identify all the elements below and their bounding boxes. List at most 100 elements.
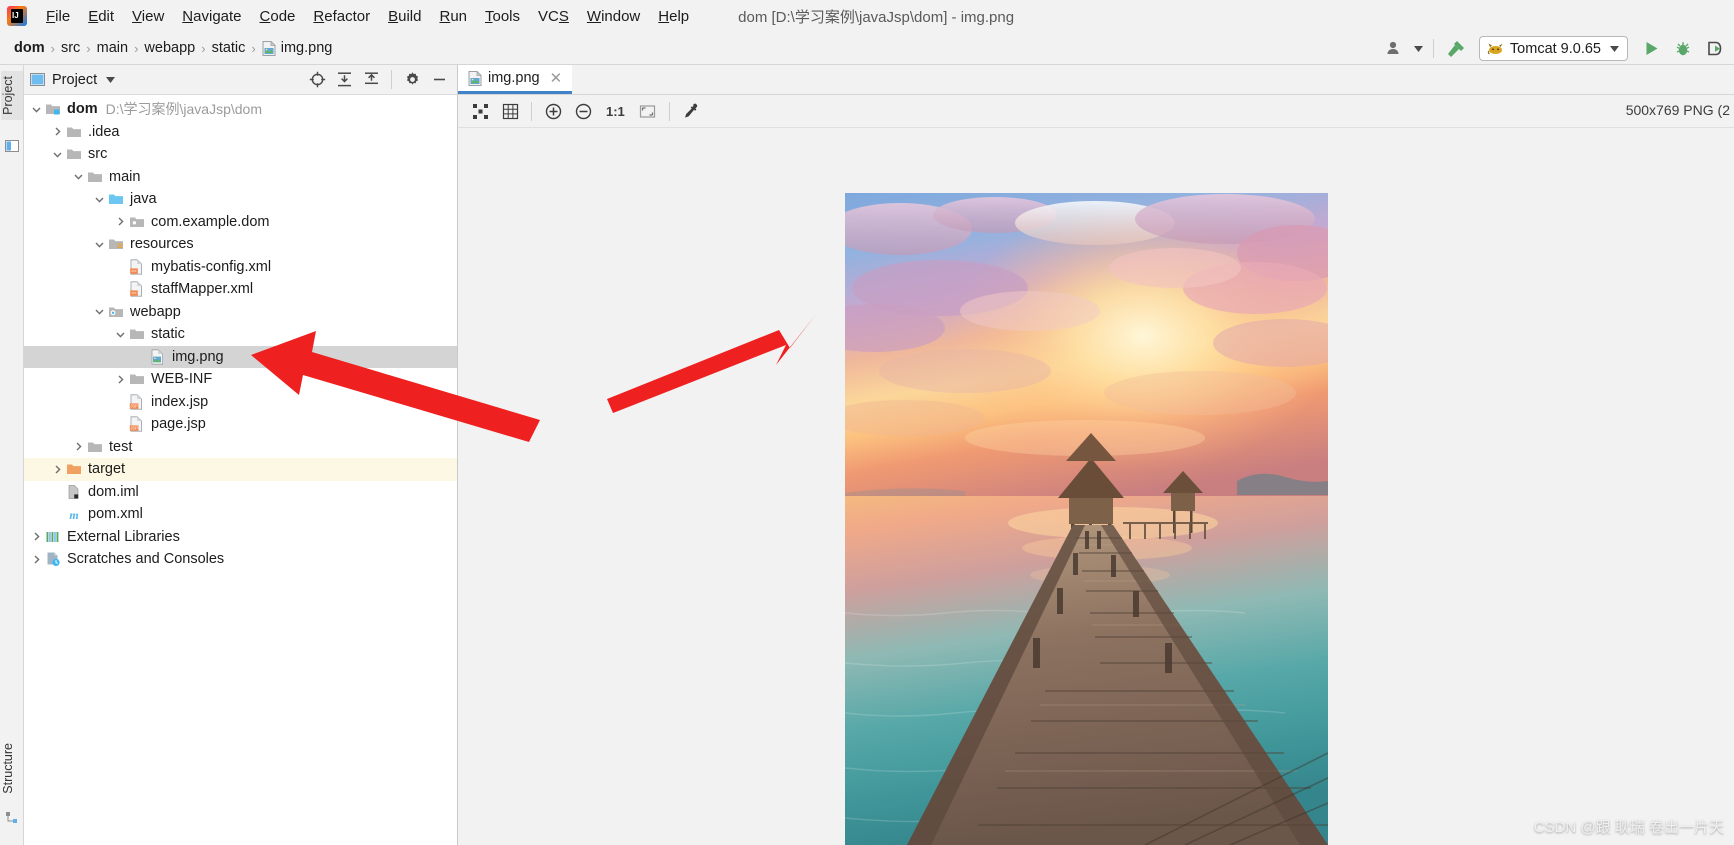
breadcrumb-item-src[interactable]: src — [57, 40, 84, 56]
menu-item-refactor[interactable]: Refactor — [304, 5, 379, 28]
tree-node-index-jsp[interactable]: JSP index.jsp — [24, 391, 457, 414]
chevron-right-icon[interactable] — [70, 441, 87, 452]
scroll-from-source-button[interactable] — [305, 69, 329, 91]
tree-node-test[interactable]: test — [24, 436, 457, 459]
run-configuration-selector[interactable]: Tomcat 9.0.65 — [1478, 36, 1628, 61]
project-tree[interactable]: dom D:\学习案例\javaJsp\dom .idea src main java co… — [24, 95, 457, 571]
tree-node-img-png[interactable]: img.png — [24, 345, 457, 368]
tree-node-com-example-dom[interactable]: com.example.dom — [24, 211, 457, 234]
tree-node-src[interactable]: src — [24, 143, 457, 166]
editor-tab-img-png[interactable]: img.png ✕ — [458, 65, 573, 94]
editor-area: img.png ✕ 1:1 500x769 PNG (2 CSDN @跟 耿瑞 … — [458, 65, 1734, 845]
menu-item-tools[interactable]: Tools — [476, 5, 529, 28]
image-preview — [845, 193, 1328, 845]
chevron-down-icon[interactable] — [70, 171, 87, 182]
toolbar-divider — [1432, 39, 1434, 58]
chevron-down-icon[interactable] — [28, 104, 45, 115]
menu-item-navigate[interactable]: Navigate — [173, 5, 250, 28]
chevron-right-icon[interactable] — [49, 126, 66, 137]
module-folder-icon — [46, 104, 60, 115]
tree-node-page-jsp[interactable]: JSP page.jsp — [24, 413, 457, 436]
account-dropdown-button[interactable] — [1412, 36, 1426, 62]
menu-item-file[interactable]: File — [37, 5, 79, 28]
tree-node-java[interactable]: java — [24, 188, 457, 211]
menu-item-window[interactable]: Window — [578, 5, 649, 28]
zoom-in-button[interactable] — [539, 98, 567, 124]
project-settings-button[interactable] — [400, 69, 424, 91]
tree-node-icon: JSP — [129, 416, 146, 432]
fit-to-window-button[interactable] — [634, 98, 662, 124]
breadcrumb-item-webapp[interactable]: webapp — [140, 40, 199, 56]
folder-icon — [130, 329, 144, 340]
tree-node-scratches-and-consoles[interactable]: Scratches and Consoles — [24, 548, 457, 571]
toggle-grid-button[interactable] — [496, 98, 524, 124]
hide-panel-button[interactable] — [427, 69, 451, 91]
actual-size-button[interactable]: 1:1 — [599, 104, 632, 119]
chevron-down-icon[interactable] — [91, 194, 108, 205]
menu-item-edit[interactable]: Edit — [79, 5, 123, 28]
tree-node-webapp[interactable]: webapp — [24, 301, 457, 324]
tree-node-staffmapper-xml[interactable]: <> staffMapper.xml — [24, 278, 457, 301]
toggle-transparency-button[interactable] — [466, 98, 494, 124]
menu-item-build[interactable]: Build — [379, 5, 430, 28]
tree-node-label: test — [109, 438, 133, 455]
account-button[interactable] — [1380, 36, 1410, 62]
tree-node-icon — [108, 304, 125, 320]
build-project-button[interactable] — [1441, 36, 1471, 62]
close-icon[interactable]: ✕ — [550, 69, 563, 87]
chevron-down-icon[interactable] — [106, 76, 116, 83]
tree-node-icon — [87, 169, 104, 185]
chevron-right-icon[interactable] — [28, 531, 45, 542]
tree-node-pom-xml[interactable]: m pom.xml — [24, 503, 457, 526]
tree-node-label: img.png — [172, 348, 224, 365]
chevron-down-icon[interactable] — [91, 239, 108, 250]
menu-item-run[interactable]: Run — [430, 5, 476, 28]
chevron-down-icon[interactable] — [49, 149, 66, 160]
zoom-out-button[interactable] — [569, 98, 597, 124]
tree-node-icon — [45, 551, 62, 567]
menu-item-help[interactable]: Help — [649, 5, 698, 28]
debug-button[interactable] — [1668, 36, 1698, 62]
tree-node-idea[interactable]: .idea — [24, 121, 457, 144]
collapse-all-button[interactable] — [359, 69, 383, 91]
breadcrumb-item-main[interactable]: main — [93, 40, 132, 56]
tree-node-icon — [66, 146, 83, 162]
chevron-right-icon[interactable] — [49, 464, 66, 475]
breadcrumb-item-static[interactable]: static — [208, 40, 250, 56]
tree-node-target[interactable]: target — [24, 458, 457, 481]
tree-node-main[interactable]: main — [24, 166, 457, 189]
tree-node-icon — [45, 529, 62, 545]
chevron-down-icon[interactable] — [91, 306, 108, 317]
folder-icon — [130, 374, 144, 385]
breadcrumb-item-dom[interactable]: dom — [10, 40, 49, 56]
tree-node-resources[interactable]: resources — [24, 233, 457, 256]
tree-node-dom[interactable]: dom D:\学习案例\javaJsp\dom — [24, 98, 457, 121]
menu-bar: IJ File Edit View Navigate Code Refactor… — [0, 0, 1734, 32]
image-canvas[interactable]: CSDN @跟 耿瑞 卷出一片天 — [458, 129, 1734, 845]
menu-item-view[interactable]: View — [123, 5, 173, 28]
breadcrumb-file-label: img.png — [280, 40, 333, 56]
tree-node-web-inf[interactable]: WEB-INF — [24, 368, 457, 391]
tree-node-static[interactable]: static — [24, 323, 457, 346]
run-button[interactable] — [1636, 36, 1666, 62]
tree-node-mybatis-config-xml[interactable]: <> mybatis-config.xml — [24, 256, 457, 279]
tree-node-dom-iml[interactable]: dom.iml — [24, 481, 457, 504]
gear-icon — [406, 72, 418, 85]
breadcrumb: dom › src › main › webapp › static › img… — [10, 40, 336, 56]
tool-window-tab-project[interactable]: Project — [1, 71, 23, 120]
chevron-right-icon[interactable] — [112, 216, 129, 227]
expand-all-button[interactable] — [332, 69, 356, 91]
chevron-right-icon[interactable] — [28, 554, 45, 565]
tree-node-external-libraries[interactable]: External Libraries — [24, 526, 457, 549]
project-panel-icon — [5, 140, 19, 152]
run-with-coverage-button[interactable] — [1700, 36, 1730, 62]
chevron-down-icon[interactable] — [112, 329, 129, 340]
color-picker-button[interactable] — [677, 98, 705, 124]
menu-item-code[interactable]: Code — [251, 5, 305, 28]
tree-node-icon: JSP — [129, 394, 146, 410]
menu-item-vcs[interactable]: VCS — [529, 5, 578, 28]
breadcrumb-item-img-png[interactable]: img.png — [258, 40, 337, 56]
tomcat-cat-icon — [1487, 43, 1503, 54]
tool-window-tab-structure[interactable]: Structure — [1, 738, 23, 799]
chevron-right-icon[interactable] — [112, 374, 129, 385]
